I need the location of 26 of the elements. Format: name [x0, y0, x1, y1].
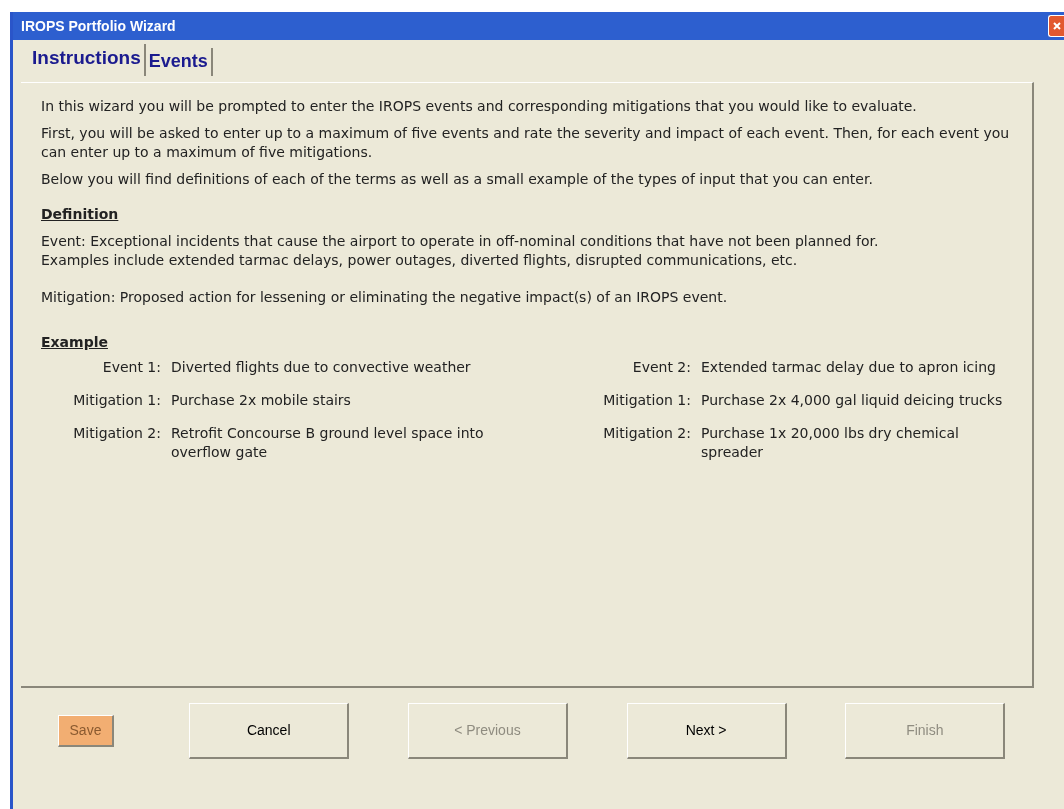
definition-paragraph: Event: Exceptional incidents that cause the airport to operate in off-nominal conditions that have not been planned for. Examples include extended tarmac delays, power outages, diverted flights, disrupted communications, etc. [41, 232, 880, 270]
definition-paragraph: Mitigation: Proposed action for lessening or eliminating the negative impact(s) of an IROPS event. [41, 288, 729, 307]
instruction-paragraph: Below you will find definitions of each of the terms as well as a small example of the types of input that you can enter. [41, 170, 874, 189]
window-title: IROPS Portfolio Wizard [21, 16, 176, 36]
example-label: Event 1: [101, 358, 161, 377]
wizard-button[interactable]: Next > [626, 703, 787, 759]
close-icon [1051, 21, 1062, 31]
example-text: Diverted flights due to convective weather [171, 358, 472, 377]
example-text: Extended tarmac delay due to apron icing [701, 358, 997, 377]
example-text: Purchase 2x mobile stairs [171, 391, 352, 410]
example-text: Retrofit Concourse B ground level space into overflow gate [171, 424, 485, 462]
tab[interactable]: Events [145, 48, 213, 76]
instruction-paragraph: In this wizard you will be prompted to enter the IROPS events and corresponding mitigations that you would like to evaluate. [41, 97, 918, 116]
example-label: Event 2: [631, 358, 691, 377]
example-label: Mitigation 2: [72, 424, 161, 443]
example-text: Purchase 2x 4,000 gal liquid deicing trucks [701, 391, 1004, 410]
wizard-button[interactable]: Cancel [189, 703, 350, 759]
example-label: Mitigation 1: [602, 391, 691, 410]
example-text: Purchase 1x 20,000 lbs dry chemical spreader [701, 424, 960, 462]
example-label: Mitigation 1: [72, 391, 161, 410]
close-button[interactable] [1048, 15, 1064, 37]
instruction-paragraph: First, you will be asked to enter up to a maximum of five events and rate the severity and impact of each event. Then, for each event you can enter up to a maximum of five mitigations. [41, 124, 1011, 162]
example-heading: Example [41, 333, 109, 352]
example-label: Mitigation 2: [602, 424, 691, 443]
tab[interactable]: Instructions [29, 43, 146, 76]
definition-heading: Definition [41, 205, 120, 224]
